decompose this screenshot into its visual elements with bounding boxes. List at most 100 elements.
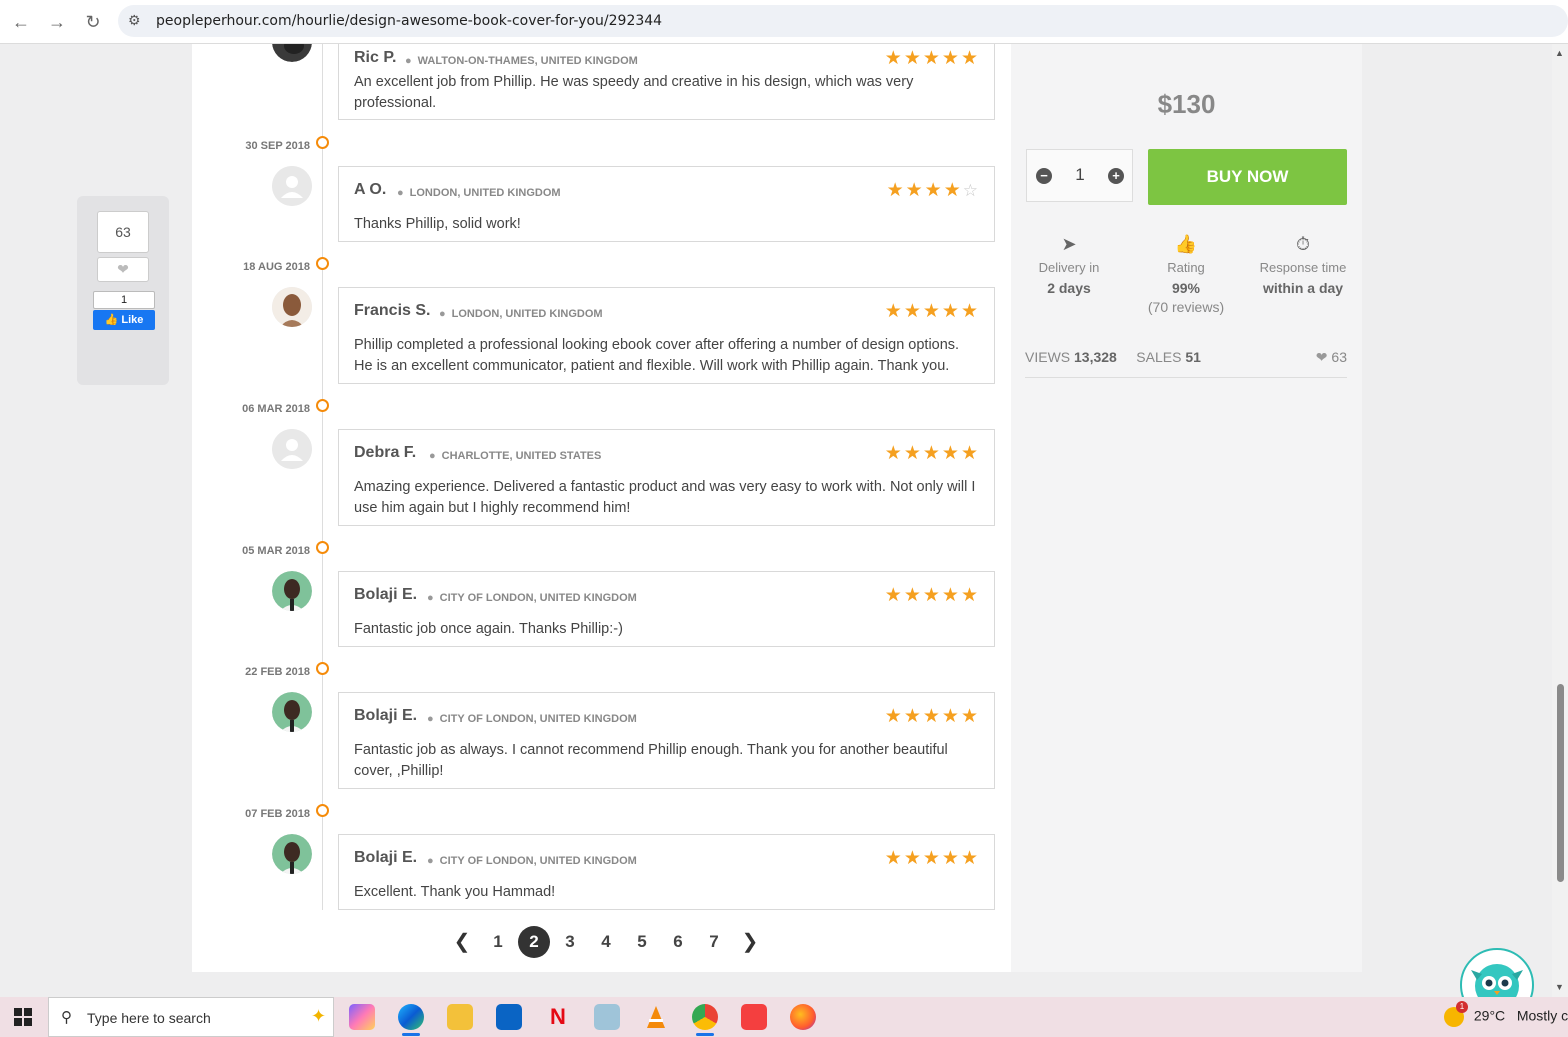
notepad-app-icon[interactable] [594, 1004, 620, 1030]
reload-icon[interactable]: ↻ [81, 10, 105, 34]
views-count: 13,328 [1074, 349, 1117, 365]
firefox-app-icon[interactable] [790, 1004, 816, 1030]
forward-icon[interactable]: → [45, 10, 69, 34]
reviewer-avatar[interactable] [272, 834, 312, 874]
reviewer-location: ● LONDON, UNITED KINGDOM [439, 308, 603, 320]
increase-quantity-button[interactable]: + [1108, 168, 1124, 184]
star-filled-icon: ★ [884, 48, 904, 69]
page-1-button[interactable]: 1 [480, 926, 516, 958]
netflix-app-icon[interactable]: N [545, 1004, 571, 1030]
rating-stars: ★★★★★ [885, 584, 980, 607]
review-text: Fantastic job once again. Thanks Phillip… [354, 621, 623, 637]
page-6-button[interactable]: 6 [660, 926, 696, 958]
thumbs-up-icon: 👍 [1174, 234, 1198, 254]
heart-icon: ❤ [117, 261, 129, 277]
reviewer-location: ● CITY OF LONDON, UNITED KINGDOM [427, 713, 637, 725]
review-text: Excellent. Thank you Hammad! [354, 884, 556, 900]
anydesk-app-icon[interactable] [741, 1004, 767, 1030]
scroll-down-icon[interactable]: ▼ [1555, 982, 1564, 992]
page-5-button[interactable]: 5 [624, 926, 660, 958]
star-filled-icon: ★ [905, 180, 925, 201]
weather-sun-icon: 1 [1444, 1001, 1468, 1027]
reviewer-avatar[interactable] [272, 692, 312, 732]
purchase-sidebar: $130 − 1 + BUY NOW ➤ Delivery in 2 days … [1011, 44, 1362, 972]
taskbar-search[interactable]: ⚲ Type here to search ✦ [48, 997, 334, 1037]
reviewer-avatar[interactable] [272, 287, 312, 327]
outlook-app-icon[interactable] [496, 1004, 522, 1030]
copilot-app-icon[interactable] [349, 1004, 375, 1030]
review-card: Ric P. ● WALTON-ON-THAMES, UNITED KINGDOM ★… [338, 44, 995, 120]
site-settings-icon[interactable]: ⚙ [128, 12, 141, 29]
star-filled-icon: ★ [924, 180, 944, 201]
reviewer-name[interactable]: A O. [354, 181, 386, 199]
star-filled-icon: ★ [884, 443, 904, 464]
page-2-button[interactable]: 2 [516, 926, 552, 958]
page-7-button[interactable]: 7 [696, 926, 732, 958]
reviewer-name[interactable]: Bolaji E. [354, 586, 417, 604]
chrome-app-icon[interactable] [692, 1004, 718, 1036]
timeline-dot [316, 257, 329, 270]
reviewer-location: ● CHARLOTTE, UNITED STATES [429, 450, 602, 462]
location-pin-icon: ● [427, 713, 434, 725]
file-explorer-icon[interactable] [447, 1004, 473, 1030]
likes-count[interactable]: ❤ 63 [1316, 349, 1347, 366]
buy-now-button[interactable]: BUY NOW [1148, 149, 1347, 205]
star-filled-icon: ★ [922, 443, 942, 464]
weather-widget[interactable]: 1 29°C Mostly cl [1444, 1001, 1568, 1027]
edge-app-icon[interactable] [398, 1004, 424, 1036]
scrollbar-thumb[interactable] [1557, 684, 1564, 882]
pagination: ❮ 1234567 ❯ [444, 926, 768, 958]
browser-toolbar: ← → ↻ ⚙ peopleperhour.com/hourlie/design… [0, 0, 1568, 44]
scrollbar[interactable]: ▲ ▼ [1552, 44, 1568, 997]
reviewer-avatar[interactable] [272, 571, 312, 611]
decrease-quantity-button[interactable]: − [1036, 168, 1052, 184]
chat-assistant-button[interactable] [1460, 948, 1534, 997]
reviewer-name[interactable]: Bolaji E. [354, 707, 417, 725]
review-card: Bolaji E. ● CITY OF LONDON, UNITED KINGDOM… [338, 834, 995, 910]
favorite-button[interactable]: ❤ [97, 257, 149, 282]
address-bar[interactable]: ⚙ peopleperhour.com/hourlie/design-aweso… [118, 5, 1568, 37]
rating-stars: ★★★★★ [885, 47, 980, 70]
review-card: Bolaji E. ● CITY OF LONDON, UNITED KINGDOM… [338, 692, 995, 789]
next-page-button[interactable]: ❯ [732, 926, 768, 958]
reviewer-location: ● LONDON, UNITED KINGDOM [397, 187, 561, 199]
page-4-button[interactable]: 4 [588, 926, 624, 958]
reviewer-avatar[interactable] [272, 429, 312, 469]
timeline-dot [316, 541, 329, 554]
heart-icon: ❤ [1315, 349, 1328, 365]
star-filled-icon: ★ [941, 848, 961, 869]
scroll-up-icon[interactable]: ▲ [1555, 48, 1564, 58]
star-empty-icon: ☆ [962, 181, 980, 200]
fb-like-button[interactable]: 👍 Like [93, 310, 155, 330]
windows-taskbar: ⚲ Type here to search ✦ N 1 29°C Mostly … [0, 997, 1568, 1037]
reviewer-name[interactable]: Francis S. [354, 302, 430, 320]
star-filled-icon: ★ [884, 706, 904, 727]
reviewer-name[interactable]: Bolaji E. [354, 849, 417, 867]
star-filled-icon: ★ [941, 706, 961, 727]
star-filled-icon: ★ [903, 301, 923, 322]
star-filled-icon: ★ [922, 848, 942, 869]
share-widget: 63 ❤ 1 👍 Like [77, 196, 169, 385]
reviewer-name[interactable]: Debra F. [354, 444, 416, 462]
prev-page-button[interactable]: ❮ [444, 926, 480, 958]
reviewer-name[interactable]: Ric P. [354, 49, 396, 67]
review-text: Phillip completed a professional looking… [354, 337, 960, 374]
quantity-value[interactable]: 1 [1067, 165, 1093, 185]
timeline-dot [316, 804, 329, 817]
vlc-app-icon[interactable] [643, 1004, 669, 1030]
windows-start-icon[interactable] [14, 1008, 32, 1026]
star-filled-icon: ★ [884, 848, 904, 869]
timeline-line [322, 44, 323, 910]
reviewer-avatar[interactable] [272, 166, 312, 206]
reviewer-location: ● CITY OF LONDON, UNITED KINGDOM [427, 855, 637, 867]
timeline-dot [316, 662, 329, 675]
review-date: 05 MAR 2018 [242, 545, 310, 557]
price: $130 [1157, 89, 1216, 119]
back-icon[interactable]: ← [9, 10, 33, 34]
page-3-button[interactable]: 3 [552, 926, 588, 958]
reviewer-location: ● WALTON-ON-THAMES, UNITED KINGDOM [405, 55, 638, 67]
star-filled-icon: ★ [903, 443, 923, 464]
search-icon: ⚲ [61, 1009, 72, 1026]
facebook-like-widget[interactable]: 1 👍 Like [93, 291, 155, 331]
review-card: Debra F. ● CHARLOTTE, UNITED STATES ★★★★★ Am… [338, 429, 995, 526]
